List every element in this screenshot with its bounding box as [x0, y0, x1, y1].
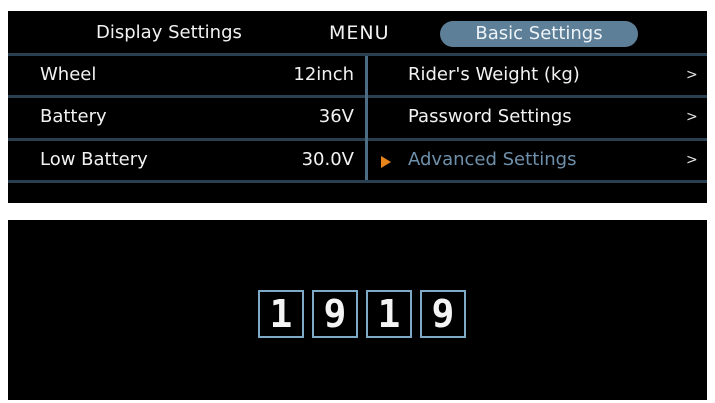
- chevron-right-icon: >: [686, 67, 698, 83]
- setting-value: 12inch: [293, 64, 354, 85]
- setting-label: Wheel: [40, 64, 97, 85]
- settings-menu-panel: Display Settings MENU Basic Settings Whe…: [8, 11, 707, 203]
- menu-item-label: Rider's Weight (kg): [408, 64, 580, 85]
- row-divider: [8, 53, 707, 56]
- row-divider: [8, 95, 707, 98]
- chevron-right-icon: >: [686, 109, 698, 125]
- menu-tab-bar: Display Settings MENU Basic Settings: [8, 11, 707, 53]
- setting-label: Battery: [40, 106, 107, 127]
- password-digit[interactable]: 9: [420, 290, 466, 338]
- triangle-right-icon: [381, 156, 391, 168]
- setting-value: 36V: [318, 106, 354, 127]
- menu-item-label: Password Settings: [408, 106, 572, 127]
- column-divider: [365, 56, 368, 180]
- menu-item-label-selected: Advanced Settings: [408, 149, 577, 170]
- setting-label: Low Battery: [40, 149, 148, 170]
- password-digit[interactable]: 9: [312, 290, 358, 338]
- password-display-panel: 1 9 1 9: [8, 220, 707, 400]
- setting-value: 30.0V: [301, 149, 354, 170]
- chevron-right-icon: >: [686, 152, 698, 168]
- menu-title: MENU: [329, 22, 390, 44]
- row-divider: [8, 180, 707, 183]
- password-digit[interactable]: 1: [258, 290, 304, 338]
- tab-display-settings[interactable]: Display Settings: [96, 20, 242, 46]
- password-digit[interactable]: 1: [366, 290, 412, 338]
- tab-basic-settings[interactable]: Basic Settings: [440, 21, 638, 47]
